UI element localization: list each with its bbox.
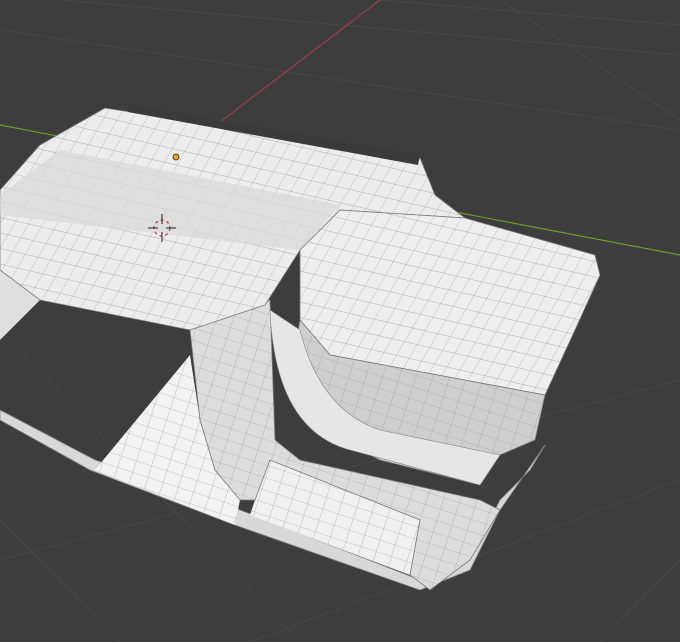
viewport-canvas[interactable] bbox=[0, 0, 680, 642]
3d-viewport[interactable] bbox=[0, 0, 680, 642]
mesh-object[interactable] bbox=[0, 105, 601, 591]
object-origin-icon[interactable] bbox=[172, 153, 180, 161]
